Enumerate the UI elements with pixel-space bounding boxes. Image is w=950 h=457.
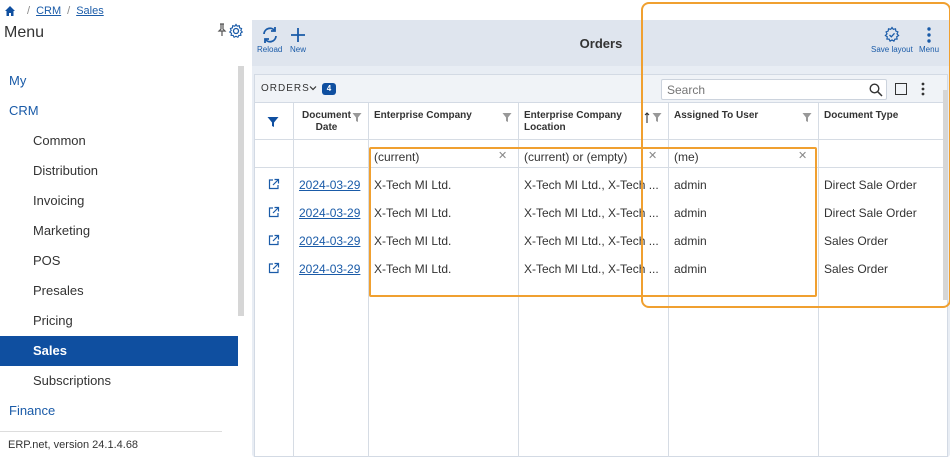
sidebar-scrollbar[interactable] — [238, 66, 244, 316]
filter-toggle-icon[interactable] — [267, 116, 279, 128]
menu-button[interactable]: Menu — [919, 26, 939, 54]
header-assigned-to-user[interactable]: Assigned To User — [674, 110, 758, 122]
cell-enterprise-company: X-Tech MI Ltd. — [374, 178, 452, 192]
open-external-icon[interactable] — [268, 262, 280, 274]
pin-icon[interactable] — [217, 23, 227, 37]
home-icon[interactable] — [4, 5, 16, 17]
cell-enterprise-company-location: X-Tech MI Ltd., X-Tech ... — [524, 234, 659, 248]
cell-enterprise-company: X-Tech MI Ltd. — [374, 206, 452, 220]
chevron-down-icon[interactable] — [309, 84, 317, 92]
menu-item-finance[interactable]: Finance — [0, 396, 238, 426]
orders-grid: ORDERS 4 Document Date Enterprise Compan… — [254, 74, 948, 457]
toolbar: Reload New Orders Save layout Menu — [252, 20, 950, 66]
document-date-link[interactable]: 2024-03-29 — [299, 262, 360, 276]
cell-enterprise-company-location: X-Tech MI Ltd., X-Tech ... — [524, 262, 659, 276]
save-layout-button[interactable]: Save layout — [871, 26, 913, 54]
gear-check-icon — [884, 26, 900, 42]
menu-item-pricing[interactable]: Pricing — [0, 306, 238, 336]
document-date-link[interactable]: 2024-03-29 — [299, 178, 360, 192]
header-enterprise-company-location[interactable]: Enterprise Company Location — [524, 110, 639, 134]
cell-assigned-to-user: admin — [674, 234, 707, 248]
cell-assigned-to-user: admin — [674, 262, 707, 276]
clear-filter-icon[interactable]: ✕ — [798, 149, 807, 162]
breadcrumb: / CRM / Sales — [4, 3, 104, 19]
menu-item-crm[interactable]: CRM — [0, 96, 238, 126]
count-badge: 4 — [322, 83, 336, 95]
cell-enterprise-company-location: X-Tech MI Ltd., X-Tech ... — [524, 206, 659, 220]
version-footer: ERP.net, version 24.1.4.68 — [0, 431, 222, 451]
menu-item-pos[interactable]: POS — [0, 246, 238, 276]
menu-item-my[interactable]: My — [0, 66, 238, 96]
cell-assigned-to-user: admin — [674, 178, 707, 192]
cell-assigned-to-user: admin — [674, 206, 707, 220]
grid-options-icon[interactable] — [921, 82, 925, 96]
row-divider — [255, 167, 947, 168]
cell-enterprise-company: X-Tech MI Ltd. — [374, 234, 452, 248]
menu-item-subscriptions[interactable]: Subscriptions — [0, 366, 238, 396]
header-enterprise-company[interactable]: Enterprise Company — [374, 110, 472, 122]
page-title: Orders — [579, 36, 623, 51]
main-scrollbar[interactable] — [943, 90, 948, 300]
cell-document-type: Sales Order — [824, 262, 889, 276]
grid-label[interactable]: ORDERS — [261, 83, 310, 94]
sort-arrow-icon[interactable] — [644, 112, 650, 124]
search-input[interactable] — [661, 79, 887, 100]
filter-icon[interactable] — [802, 112, 812, 123]
grid-header-bar: ORDERS 4 — [255, 75, 947, 103]
clear-filter-icon[interactable]: ✕ — [498, 149, 507, 162]
menu-list: My CRM Common Distribution Invoicing Mar… — [0, 66, 238, 426]
column-separator — [368, 103, 369, 457]
column-separator — [293, 103, 294, 457]
row-divider — [255, 139, 947, 140]
filter-icon[interactable] — [502, 112, 512, 123]
menu-label: Menu — [919, 45, 940, 54]
menu-item-presales[interactable]: Presales — [0, 276, 238, 306]
menu-item-common[interactable]: Common — [0, 126, 238, 156]
filter-enterprise-company-location[interactable]: (current) or (empty) — [524, 150, 627, 164]
header-document-type[interactable]: Document Type — [824, 110, 898, 122]
cell-document-type: Direct Sale Order — [824, 206, 917, 220]
menu-title: Menu — [4, 24, 45, 41]
breadcrumb-separator: / — [27, 5, 31, 17]
open-external-icon[interactable] — [268, 234, 280, 246]
sidebar: Menu My CRM Common Distribution Invoicin… — [0, 18, 246, 457]
column-separator — [518, 103, 519, 457]
filter-enterprise-company[interactable]: (current) — [374, 150, 419, 164]
main-panel: Reload New Orders Save layout Menu ORDER… — [252, 20, 950, 457]
cell-document-type: Sales Order — [824, 234, 889, 248]
breadcrumb-sales[interactable]: Sales — [76, 5, 104, 17]
open-external-icon[interactable] — [268, 206, 280, 218]
cell-enterprise-company: X-Tech MI Ltd. — [374, 262, 452, 276]
gear-icon[interactable] — [228, 23, 244, 39]
breadcrumb-crm[interactable]: CRM — [36, 5, 61, 17]
open-external-icon[interactable] — [268, 178, 280, 190]
column-separator — [668, 103, 669, 457]
document-date-link[interactable]: 2024-03-29 — [299, 206, 360, 220]
menu-item-distribution[interactable]: Distribution — [0, 156, 238, 186]
filter-icon[interactable] — [352, 112, 362, 123]
filter-assigned-to-user[interactable]: (me) — [674, 150, 699, 164]
breadcrumb-separator: / — [67, 5, 71, 17]
menu-item-sales[interactable]: Sales — [0, 336, 238, 366]
header-document-date[interactable]: Document Date — [299, 110, 354, 134]
menu-item-marketing[interactable]: Marketing — [0, 216, 238, 246]
select-all-checkbox[interactable] — [895, 83, 907, 95]
save-layout-label: Save layout — [871, 45, 913, 54]
filter-icon[interactable] — [652, 112, 662, 123]
document-date-link[interactable]: 2024-03-29 — [299, 234, 360, 248]
cell-enterprise-company-location: X-Tech MI Ltd., X-Tech ... — [524, 178, 659, 192]
menu-item-invoicing[interactable]: Invoicing — [0, 186, 238, 216]
cell-document-type: Direct Sale Order — [824, 178, 917, 192]
clear-filter-icon[interactable]: ✕ — [648, 149, 657, 162]
search-icon[interactable] — [869, 83, 883, 97]
column-separator — [818, 103, 819, 457]
vertical-dots-icon — [927, 27, 931, 43]
